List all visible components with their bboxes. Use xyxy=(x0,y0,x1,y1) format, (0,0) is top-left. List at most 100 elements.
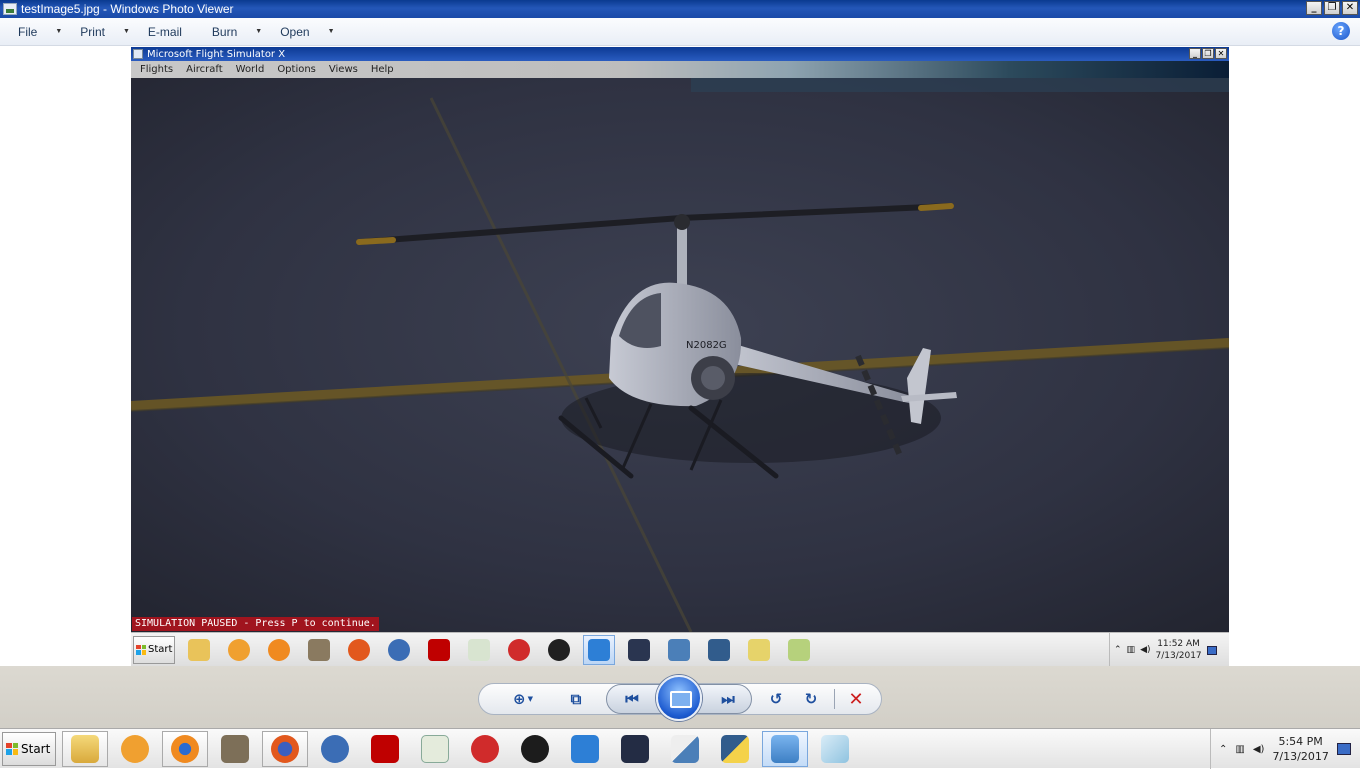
volume-icon[interactable]: ◀) xyxy=(1253,744,1265,755)
previous-icon[interactable]: ⏮ xyxy=(622,689,642,709)
fsx-minimize-button: _ xyxy=(1189,48,1201,59)
fsx-clock-time: 11:52 AM xyxy=(1157,639,1200,649)
chevron-down-icon: ▼ xyxy=(122,28,130,35)
chevron-up-icon[interactable]: ⌃ xyxy=(1219,744,1227,755)
fsx-titlebar: Microsoft Flight Simulator X _ ❐ ✕ xyxy=(131,47,1229,61)
viewer-controls-bar: ⊕ ▼ ⧉ ⏮ ⏭ ↺ ↻ ✕ xyxy=(0,666,1360,728)
clock[interactable]: 5:54 PM 7/13/2017 xyxy=(1272,734,1328,764)
taskbar-obs[interactable] xyxy=(512,731,558,767)
fsx-menu-world: World xyxy=(235,64,265,75)
fsx-restore-button: ❐ xyxy=(1202,48,1214,59)
fsx-taskbar: Start ⌃ ▥ ◀) 11:52 AM 7/13/2017 xyxy=(131,632,1229,666)
next-icon[interactable]: ⏭ xyxy=(718,689,738,709)
chevron-down-icon: ▼ xyxy=(55,28,63,35)
python-idle-icon xyxy=(663,635,695,665)
taskbar-apps xyxy=(62,730,858,767)
help-file-icon xyxy=(743,635,775,665)
gimp-icon xyxy=(303,635,335,665)
thunderbird-icon xyxy=(383,635,415,665)
photo-viewer-titlebar: testImage5.jpg - Windows Photo Viewer _ … xyxy=(0,0,1360,18)
taskbar-photo-viewer[interactable] xyxy=(762,730,808,767)
menu-burn-label: Burn xyxy=(211,24,238,39)
menu-burn[interactable]: Burn ▼ xyxy=(194,18,262,45)
blender-icon xyxy=(171,734,199,763)
show-desktop-icon xyxy=(1206,645,1217,655)
volume-icon: ◀) xyxy=(1140,645,1151,655)
flight-simulator-icon xyxy=(571,734,599,763)
slideshow-icon[interactable] xyxy=(656,675,702,721)
taskbar-blender[interactable] xyxy=(162,730,208,767)
taskbar-explorer[interactable] xyxy=(62,730,108,767)
obs-icon xyxy=(521,734,549,763)
thunderbird-icon xyxy=(321,734,349,763)
menu-print[interactable]: Print ▼ xyxy=(62,18,130,45)
rotate-counterclockwise-icon[interactable]: ↺ xyxy=(766,689,786,709)
notepad-icon xyxy=(421,734,449,763)
displayed-image[interactable]: Microsoft Flight Simulator X _ ❐ ✕ Fligh… xyxy=(131,47,1229,666)
windows-flag-icon xyxy=(136,644,146,655)
ccleaner-icon xyxy=(503,635,535,665)
fsx-menu-views: Views xyxy=(328,64,358,75)
chart-icon xyxy=(783,635,815,665)
menu-file[interactable]: File ▼ xyxy=(0,18,62,45)
menu-email-label: E-mail xyxy=(147,24,182,39)
firefox-icon xyxy=(271,734,299,763)
unity-icon xyxy=(621,734,649,763)
fsx-clock: 11:52 AM 7/13/2017 xyxy=(1156,638,1202,662)
paint-icon xyxy=(821,734,849,763)
explorer-icon xyxy=(71,734,99,763)
actual-size-icon[interactable]: ⧉ xyxy=(566,689,586,709)
simulation-paused-banner: SIMULATION PAUSED - Press P to continue. xyxy=(132,617,379,631)
photo-viewer-menubar: File ▼ Print ▼ E-mail Burn ▼ Open ▼ ? xyxy=(0,18,1360,46)
minimize-button[interactable]: _ xyxy=(1306,1,1322,15)
fsx-menu-flights: Flights xyxy=(140,64,174,75)
fsx-menubar: Flights Aircraft World Options Views Hel… xyxy=(131,61,1229,78)
taskbar-python-idle[interactable] xyxy=(662,731,708,767)
python-idle-icon xyxy=(671,734,699,763)
system-tray: ⌃ ▥ ◀) 5:54 PM 7/13/2017 xyxy=(1210,729,1360,769)
windows-flag-icon xyxy=(6,742,18,755)
fsx-window-controls: _ ❐ ✕ xyxy=(1189,48,1227,59)
fsx-system-tray: ⌃ ▥ ◀) 11:52 AM 7/13/2017 xyxy=(1109,633,1229,666)
network-icon[interactable]: ▥ xyxy=(1235,744,1244,755)
menu-open[interactable]: Open ▼ xyxy=(262,18,334,45)
taskbar-gimp[interactable] xyxy=(212,731,258,767)
question-icon[interactable]: ? xyxy=(1332,22,1350,40)
delete-icon[interactable]: ✕ xyxy=(846,689,866,710)
menu-file-label: File xyxy=(18,24,38,39)
filezilla-icon xyxy=(371,734,399,763)
python-icon xyxy=(703,635,735,665)
menu-open-label: Open xyxy=(280,24,310,39)
fsx-menu-help: Help xyxy=(370,64,394,75)
start-label: Start xyxy=(21,741,51,756)
fsx-taskbar-icons xyxy=(183,634,815,665)
helicopter-scene: N2082G xyxy=(131,78,1229,632)
taskbar-unity[interactable] xyxy=(612,731,658,767)
media-player-icon xyxy=(223,635,255,665)
taskbar-media-player[interactable] xyxy=(112,731,158,767)
firefox-icon xyxy=(343,635,375,665)
fsx-start-label: Start xyxy=(148,644,173,655)
restore-button[interactable]: ❐ xyxy=(1324,1,1340,15)
filezilla-icon xyxy=(423,635,455,665)
close-button[interactable]: ✕ xyxy=(1342,1,1358,15)
menu-email[interactable]: E-mail xyxy=(130,18,194,45)
rotate-clockwise-icon[interactable]: ↻ xyxy=(801,689,821,709)
taskbar-python[interactable] xyxy=(712,731,758,767)
explorer-icon xyxy=(183,635,215,665)
start-button[interactable]: Start xyxy=(2,731,56,766)
taskbar-notepad[interactable] xyxy=(412,731,458,767)
taskbar-thunderbird[interactable] xyxy=(312,731,358,767)
menu-print-label: Print xyxy=(80,24,105,39)
clock-date: 7/13/2017 xyxy=(1272,750,1329,763)
taskbar-ccleaner[interactable] xyxy=(462,731,508,767)
image-canvas: Microsoft Flight Simulator X _ ❐ ✕ Fligh… xyxy=(0,47,1360,666)
taskbar-paint[interactable] xyxy=(812,731,858,767)
gimp-icon xyxy=(221,734,249,763)
clock-time: 5:54 PM xyxy=(1278,735,1323,748)
taskbar-filezilla[interactable] xyxy=(362,731,408,767)
show-desktop-icon[interactable] xyxy=(1336,743,1351,755)
zoom-icon[interactable]: ⊕ ▼ xyxy=(508,689,538,709)
taskbar-firefox[interactable] xyxy=(262,730,308,767)
taskbar-flight-simulator[interactable] xyxy=(562,731,608,767)
